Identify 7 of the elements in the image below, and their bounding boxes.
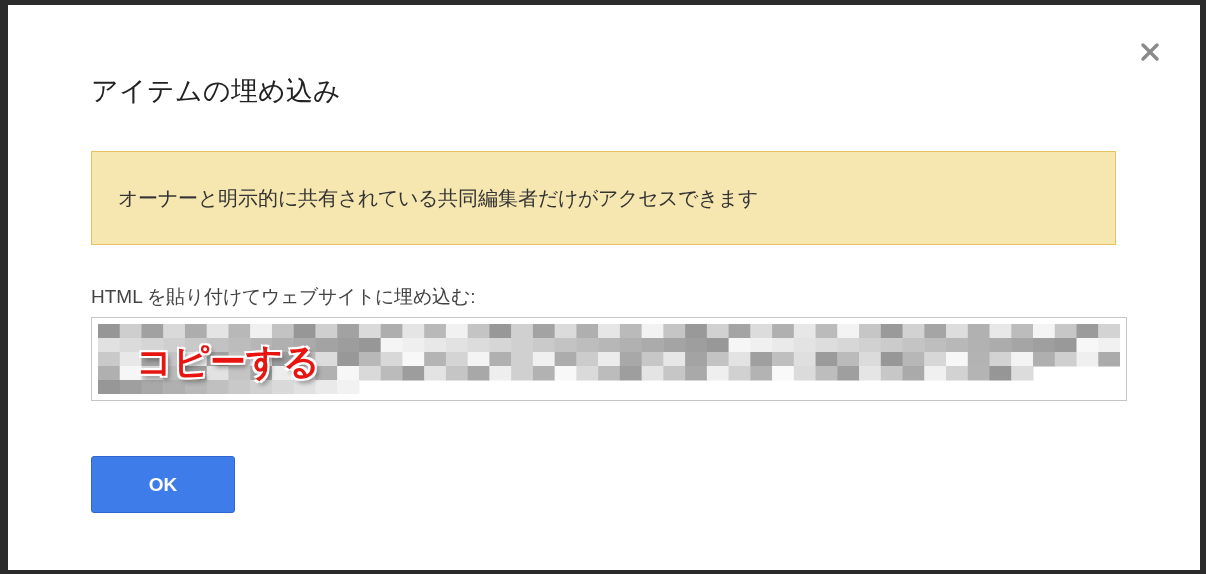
embed-code-field[interactable]: コピーする [91, 317, 1127, 401]
notice-banner: オーナーと明示的に共有されている共同編集者だけがアクセスできます [91, 151, 1116, 245]
close-icon[interactable] [1140, 42, 1160, 62]
embed-label: HTML を貼り付けてウェブサイトに埋め込む: [91, 285, 477, 309]
ok-button[interactable]: OK [91, 456, 235, 513]
annotation-text: コピーする [136, 340, 320, 384]
dialog-title: アイテムの埋め込み [91, 75, 342, 108]
